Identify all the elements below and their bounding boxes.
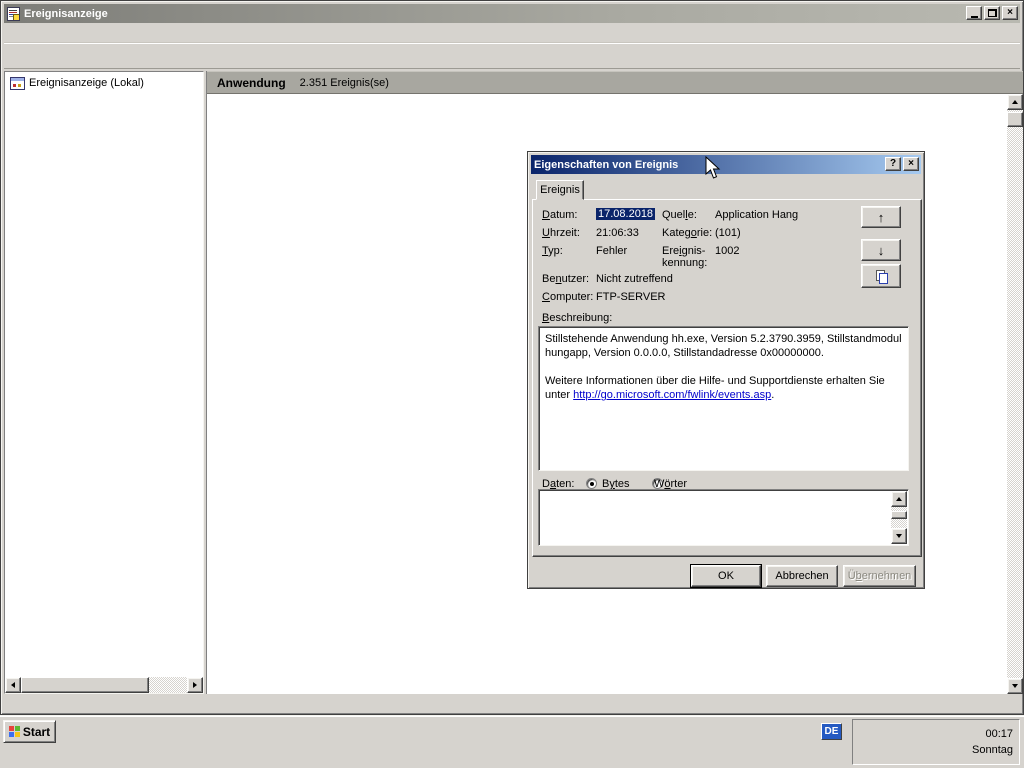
- close-icon: ×: [1007, 8, 1013, 18]
- previous-event-button[interactable]: ↑: [861, 206, 901, 228]
- result-header: Anwendung 2.351 Ereignis(se): [207, 71, 1023, 94]
- clock-day: Sonntag: [972, 742, 1013, 758]
- restore-icon: [988, 9, 997, 17]
- kennung-value: 1002: [715, 245, 739, 257]
- scrollbar-thumb[interactable]: [1007, 112, 1023, 127]
- description-box[interactable]: Stillstehende Anwendung hh.exe, Version …: [538, 326, 909, 471]
- beschreibung-label: Beschreibung:: [542, 312, 612, 324]
- window-title: Ereignisanzeige: [24, 8, 108, 20]
- restore-button[interactable]: [984, 6, 1000, 20]
- scroll-down-button[interactable]: [1007, 678, 1023, 694]
- close-icon: ×: [908, 159, 914, 169]
- dialog-titlebar[interactable]: Eigenschaften von Ereignis ? ×: [531, 155, 921, 174]
- arrow-up-icon: [1012, 97, 1018, 104]
- event-properties-dialog: Eigenschaften von Ereignis ? × Ereignis …: [527, 151, 925, 589]
- scroll-right-button[interactable]: [187, 677, 203, 693]
- arrow-up-icon: [896, 494, 902, 501]
- typ-value: Fehler: [596, 245, 627, 257]
- minimize-button[interactable]: [966, 6, 982, 20]
- column-headers: [207, 94, 1007, 111]
- minimize-icon: [971, 16, 978, 18]
- close-button[interactable]: ×: [903, 157, 919, 171]
- kennung-label-1: Ereignis-: [662, 245, 705, 257]
- scrollbar-track[interactable]: [1007, 110, 1023, 678]
- scroll-up-button[interactable]: [891, 491, 907, 507]
- scrollbar-thumb[interactable]: [891, 511, 907, 519]
- windows-logo-icon: [9, 726, 20, 737]
- scroll-down-button[interactable]: [891, 528, 907, 544]
- event-viewer-icon: [7, 7, 20, 21]
- tree-horizontal-scrollbar[interactable]: [5, 677, 203, 693]
- result-count: 2.351 Ereignis(se): [300, 77, 389, 89]
- system-tray: 00:17 Sonntag: [852, 719, 1020, 765]
- taskbar: Start DE 00:17 Sonntag: [0, 715, 1024, 768]
- kategorie-label: Kategorie:: [662, 227, 712, 239]
- uhrzeit-value: 21:06:33: [596, 227, 639, 239]
- dialog-title: Eigenschaften von Ereignis: [534, 159, 678, 171]
- benutzer-label: Benutzer:: [542, 273, 589, 285]
- kategorie-value: (101): [715, 227, 741, 239]
- start-button[interactable]: Start: [3, 720, 56, 743]
- tree-root-label: Ereignisanzeige (Lokal): [29, 77, 144, 89]
- typ-label: Typ:: [542, 245, 563, 257]
- scrollbar-track[interactable]: [891, 507, 907, 528]
- description-paragraph-1: Stillstehende Anwendung hh.exe, Version …: [545, 332, 902, 360]
- quelle-label: Quelle:: [662, 209, 697, 221]
- list-vertical-scrollbar[interactable]: [1007, 94, 1023, 694]
- support-link[interactable]: http://go.microsoft.com/fwlink/events.as…: [573, 389, 771, 401]
- console-root-icon: [10, 77, 25, 90]
- tab-ereignis[interactable]: Ereignis: [536, 180, 584, 200]
- arrow-down-icon: [1012, 684, 1018, 691]
- window-titlebar[interactable]: Ereignisanzeige ×: [4, 4, 1020, 23]
- scroll-up-button[interactable]: [1007, 94, 1023, 110]
- start-label: Start: [23, 725, 50, 739]
- copy-icon: [876, 270, 887, 282]
- apply-button[interactable]: Übernehmen: [843, 565, 916, 587]
- datum-value: 17.08.2018: [596, 208, 655, 220]
- computer-value: FTP-SERVER: [596, 291, 665, 303]
- quelle-value: Application Hang: [715, 209, 798, 221]
- bytes-radio[interactable]: [586, 478, 597, 489]
- ok-button[interactable]: OK: [691, 565, 761, 587]
- copy-button[interactable]: [861, 264, 901, 288]
- benutzer-value: Nicht zutreffend: [596, 273, 673, 285]
- result-title: Anwendung: [217, 76, 286, 90]
- next-event-button[interactable]: ↓: [861, 239, 901, 261]
- tray-clock: 00:17 Sonntag: [972, 726, 1013, 758]
- menu-bar: [4, 23, 1020, 43]
- hex-data-box[interactable]: [538, 489, 909, 546]
- arrow-down-icon: [896, 534, 902, 541]
- scrollbar-thumb[interactable]: [21, 677, 149, 693]
- close-button[interactable]: ×: [1002, 6, 1018, 20]
- clock-time: 00:17: [972, 726, 1013, 742]
- datum-label: Datum:: [542, 209, 577, 221]
- hex-scrollbar[interactable]: [891, 491, 907, 544]
- arrow-right-icon: [193, 682, 200, 688]
- computer-label: Computer:: [542, 291, 593, 303]
- help-button[interactable]: ?: [885, 157, 901, 171]
- kennung-label-2: kennung:: [662, 257, 707, 269]
- question-icon: ?: [890, 159, 896, 169]
- uhrzeit-label: Uhrzeit:: [542, 227, 580, 239]
- tab-label: Ereignis: [540, 184, 580, 196]
- language-indicator[interactable]: DE: [821, 723, 842, 740]
- cancel-button[interactable]: Abbrechen: [766, 565, 838, 587]
- scrollbar-track[interactable]: [21, 677, 187, 693]
- description-paragraph-2: Weitere Informationen über die Hilfe- un…: [545, 374, 902, 402]
- toolbar: [4, 43, 1020, 69]
- scroll-left-button[interactable]: [5, 677, 21, 693]
- desktop: Ereignisanzeige × Ereignisanzeige (Lokal…: [0, 0, 1024, 768]
- tree-root[interactable]: Ereignisanzeige (Lokal): [5, 75, 203, 91]
- console-tree-panel: Ereignisanzeige (Lokal): [4, 71, 204, 694]
- arrow-left-icon: [8, 682, 15, 688]
